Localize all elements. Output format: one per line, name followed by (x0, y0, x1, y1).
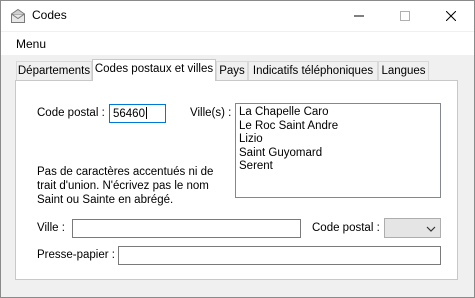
list-item[interactable]: Saint Guyomard (239, 147, 437, 161)
tab-indicatifs-telephoniques[interactable]: Indicatifs téléphoniques (248, 61, 378, 81)
close-button[interactable] (428, 1, 474, 31)
maximize-icon (400, 11, 410, 21)
code-postal-dropdown[interactable] (384, 218, 441, 238)
close-icon (446, 11, 456, 21)
list-item[interactable]: Lizio (239, 133, 437, 147)
window-title: Codes (32, 8, 67, 22)
text-caret (145, 107, 147, 119)
list-item[interactable]: Le Roc Saint Andre (239, 120, 437, 134)
help-text: Pas de caractères accentués ni de trait … (37, 166, 214, 206)
presse-papier-label: Presse-papier : (37, 249, 115, 261)
list-item[interactable]: Serent (239, 160, 437, 174)
tab-langues[interactable]: Langues (378, 61, 429, 81)
maximize-button[interactable] (382, 1, 428, 31)
envelope-icon (10, 8, 26, 24)
tab-codes-postaux-et-villes[interactable]: Codes postaux et villes (92, 59, 216, 81)
presse-papier-input[interactable] (118, 246, 441, 265)
code-postal-value: 56460 (113, 108, 145, 120)
ville-label: Ville : (37, 222, 65, 234)
tab-label: Langues (381, 65, 426, 77)
chevron-down-icon (426, 223, 436, 237)
code-postal-input[interactable]: 56460 (109, 104, 166, 123)
ville-input[interactable] (72, 219, 301, 238)
tab-label: Indicatifs téléphoniques (252, 65, 374, 77)
tab-label: Codes postaux et villes (94, 63, 214, 75)
tab-departements[interactable]: Départements (16, 61, 92, 81)
code-postal-combo-label: Code postal : (312, 222, 380, 234)
title-bar[interactable]: Codes (1, 1, 474, 31)
minimize-icon (354, 15, 364, 17)
tab-pays[interactable]: Pays (216, 61, 248, 81)
app-window: Codes Menu Départements Codes postaux et… (0, 0, 475, 298)
villes-listbox[interactable]: La Chapelle Caro Le Roc Saint Andre Lizi… (235, 103, 441, 198)
code-postal-label: Code postal : (37, 107, 105, 119)
villes-label: Ville(s) : (190, 107, 232, 119)
list-item[interactable]: La Chapelle Caro (239, 106, 437, 120)
minimize-button[interactable] (336, 1, 382, 31)
menu-bar: Menu (1, 32, 474, 55)
menu-item-menu[interactable]: Menu (16, 37, 46, 51)
tab-label: Pays (219, 65, 245, 77)
tab-label: Départements (17, 65, 91, 77)
